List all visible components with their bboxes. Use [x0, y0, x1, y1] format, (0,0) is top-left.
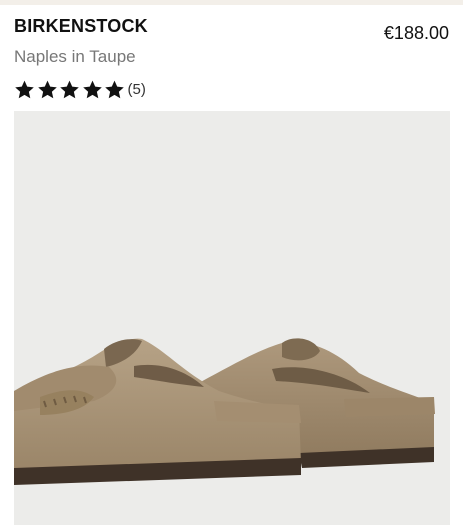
product-price: €188.00 [383, 23, 449, 43]
product-name: Naples in Taupe [14, 47, 136, 66]
product-image[interactable] [14, 111, 450, 525]
star-icon [59, 79, 80, 100]
star-icon [37, 79, 58, 100]
top-divider [0, 0, 463, 5]
star-icon [104, 79, 125, 100]
taupe-suede-mule-pair-icon [14, 338, 435, 485]
rating-stars[interactable]: (5) [14, 78, 146, 100]
review-count[interactable]: (5) [128, 81, 146, 98]
brand-name[interactable]: BIRKENSTOCK [14, 16, 148, 37]
product-header: BIRKENSTOCK €188.00 Naples in Taupe (5) [14, 14, 449, 104]
star-icon [82, 79, 103, 100]
star-icon [14, 79, 35, 100]
